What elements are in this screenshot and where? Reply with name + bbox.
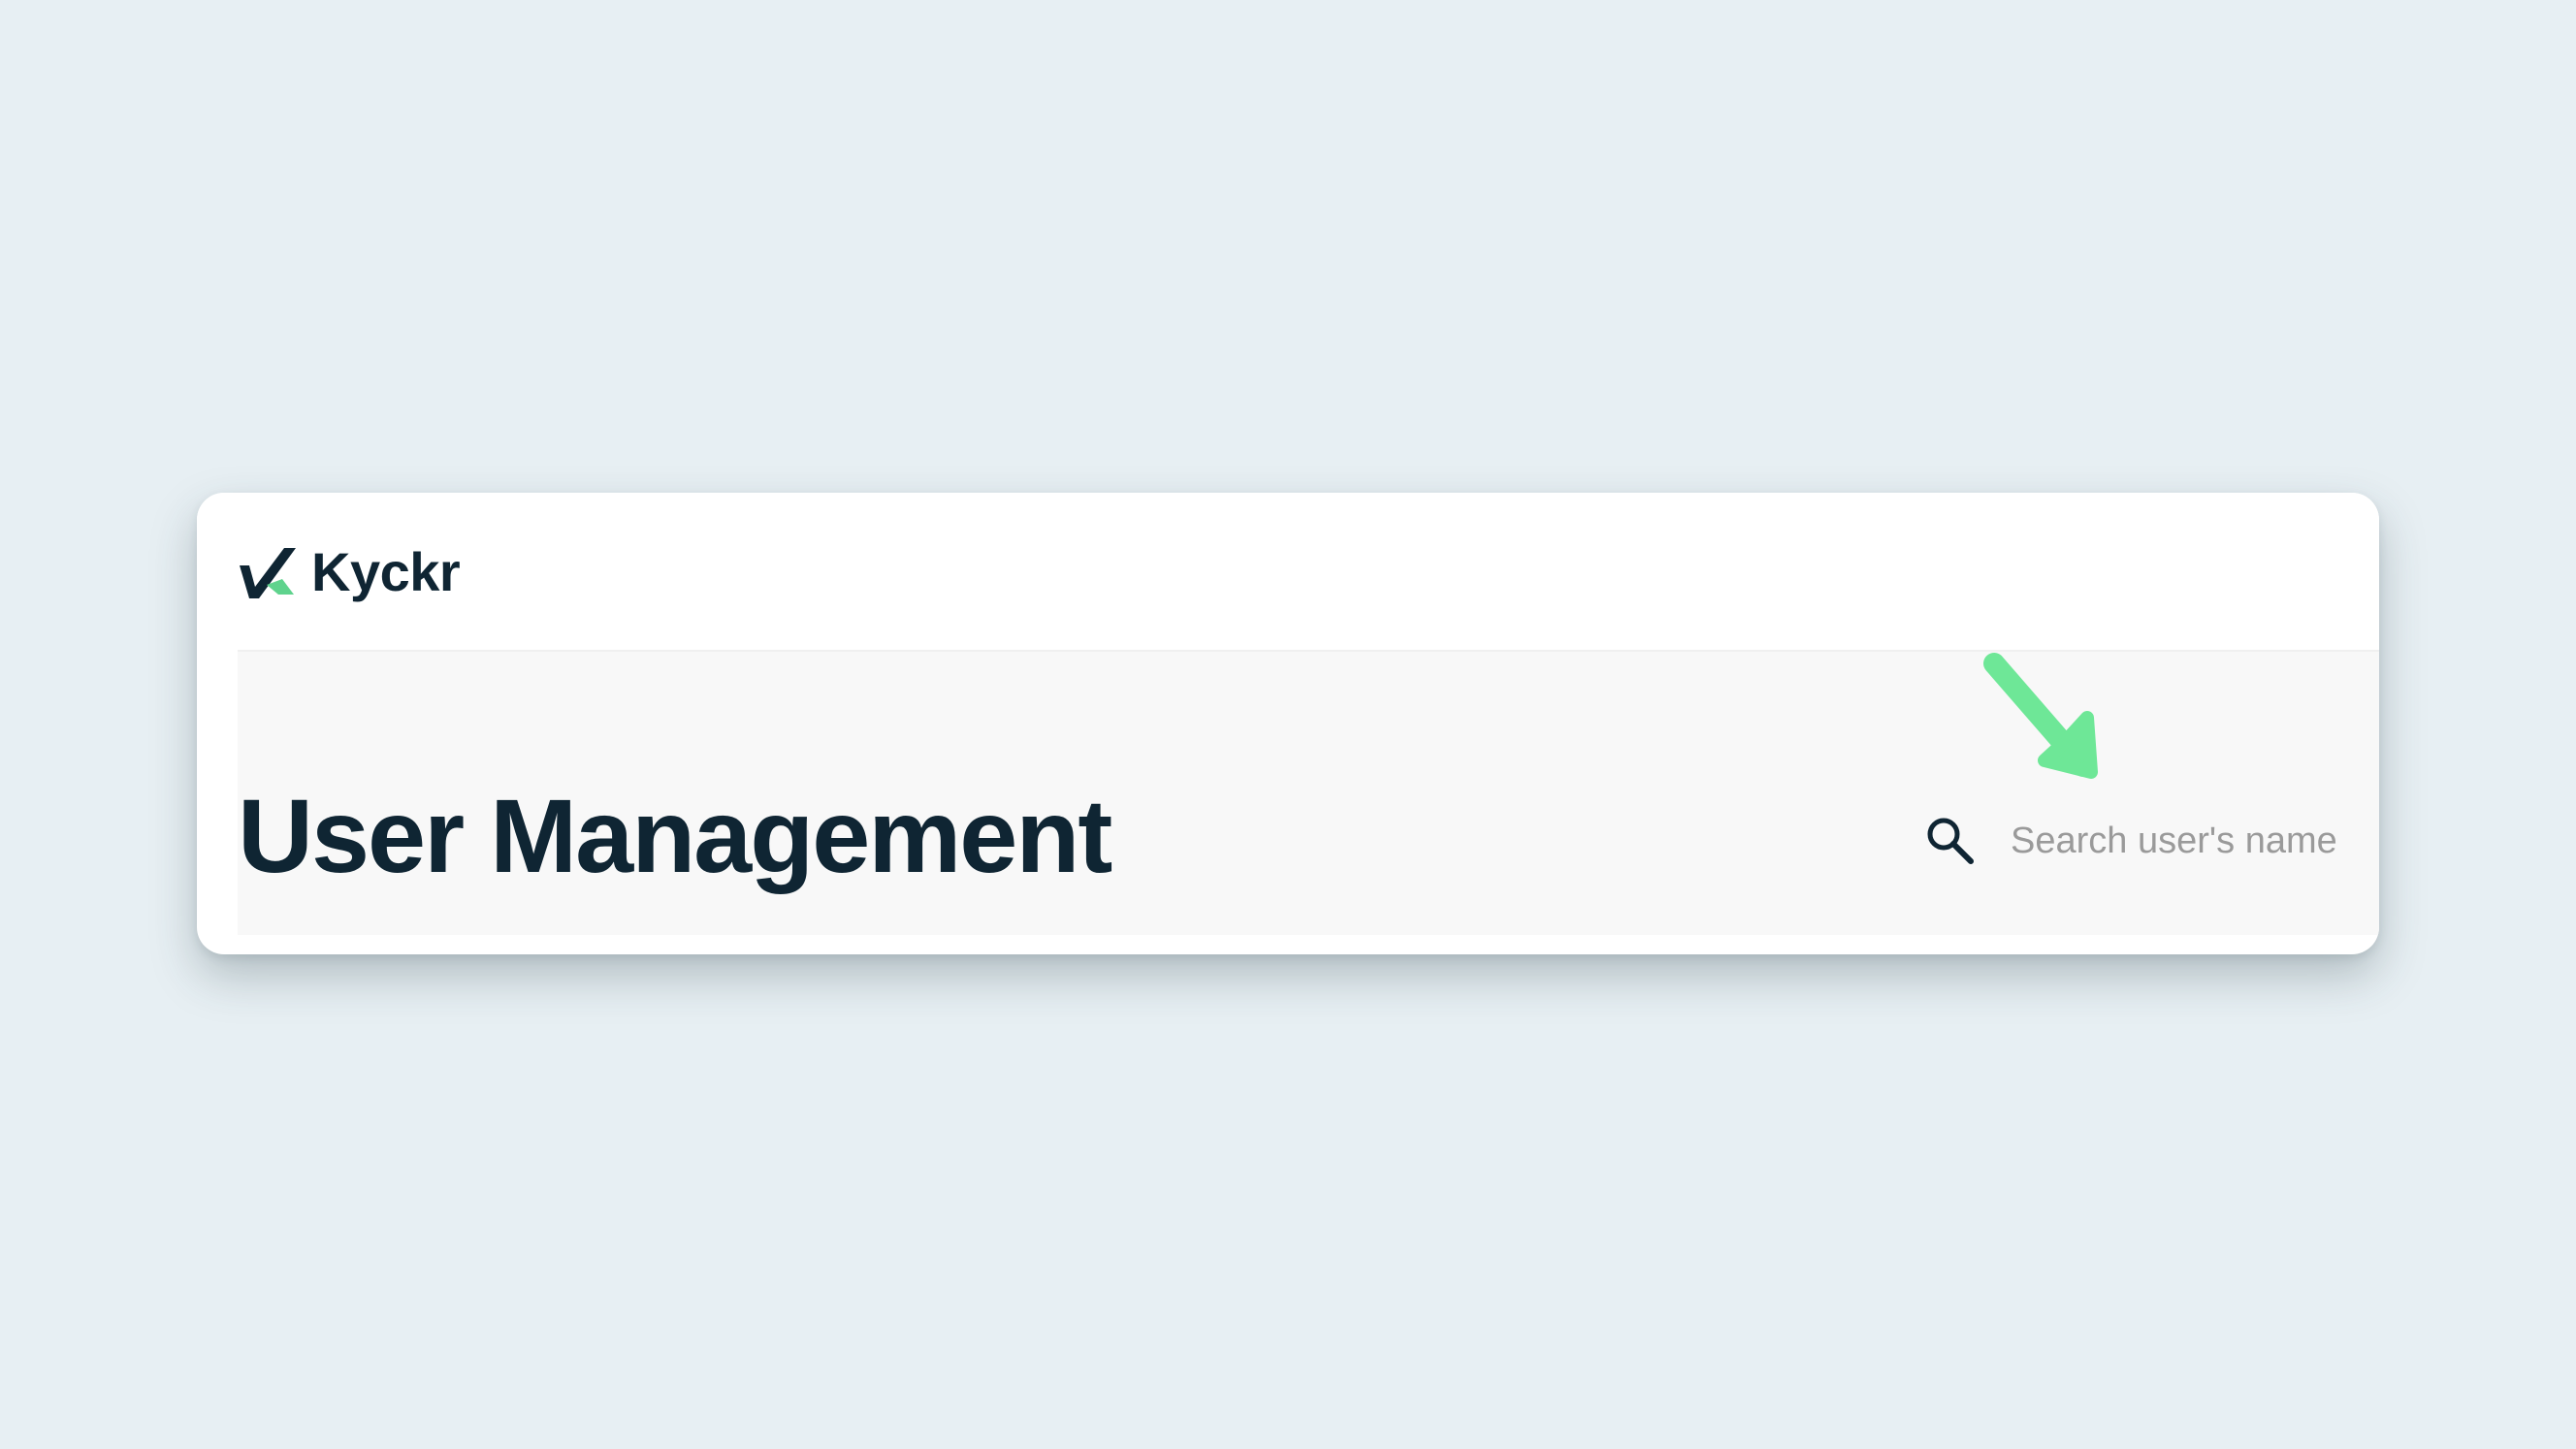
kyckr-logo[interactable]: Kyckr xyxy=(238,541,461,603)
brand-name: Kyckr xyxy=(311,541,461,602)
arrow-down-right-icon xyxy=(1983,653,2098,779)
search-users-input[interactable] xyxy=(2011,809,2379,873)
search-icon[interactable] xyxy=(1922,813,1979,869)
page-title: User Management xyxy=(238,777,1112,894)
kyckr-logo-icon xyxy=(240,548,296,598)
top-navigation-bar: Kyckr xyxy=(197,493,2379,650)
